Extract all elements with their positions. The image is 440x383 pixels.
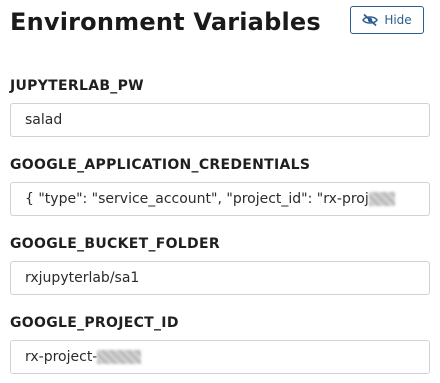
- hide-button-label: Hide: [384, 13, 412, 27]
- variable-value-text: rxjupyterlab/sa1: [25, 270, 140, 286]
- variable-name-jupyterlab-pw: JUPYTERLAB_PW: [10, 78, 144, 94]
- variable-value-google-project-id[interactable]: rx-project-: [10, 340, 430, 374]
- variable-value-google-application-credentials[interactable]: { "type": "service_account", "project_id…: [10, 182, 430, 216]
- hide-button[interactable]: Hide: [350, 6, 424, 34]
- variable-name-google-application-credentials: GOOGLE_APPLICATION_CREDENTIALS: [10, 157, 311, 173]
- eye-slash-icon: [362, 13, 379, 27]
- variable-value-jupyterlab-pw[interactable]: salad: [10, 103, 430, 137]
- variable-value-text: { "type": "service_account", "project_id…: [25, 191, 369, 207]
- variable-name-google-bucket-folder: GOOGLE_BUCKET_FOLDER: [10, 236, 220, 252]
- page-title: Environment Variables: [10, 8, 321, 36]
- variable-value-text: salad: [25, 112, 63, 128]
- variable-name-google-project-id: GOOGLE_PROJECT_ID: [10, 315, 179, 331]
- variable-value-google-bucket-folder[interactable]: rxjupyterlab/sa1: [10, 261, 430, 295]
- redacted-blur: [97, 350, 142, 364]
- redacted-blur: [368, 192, 395, 206]
- variable-value-text: rx-project-: [25, 349, 98, 365]
